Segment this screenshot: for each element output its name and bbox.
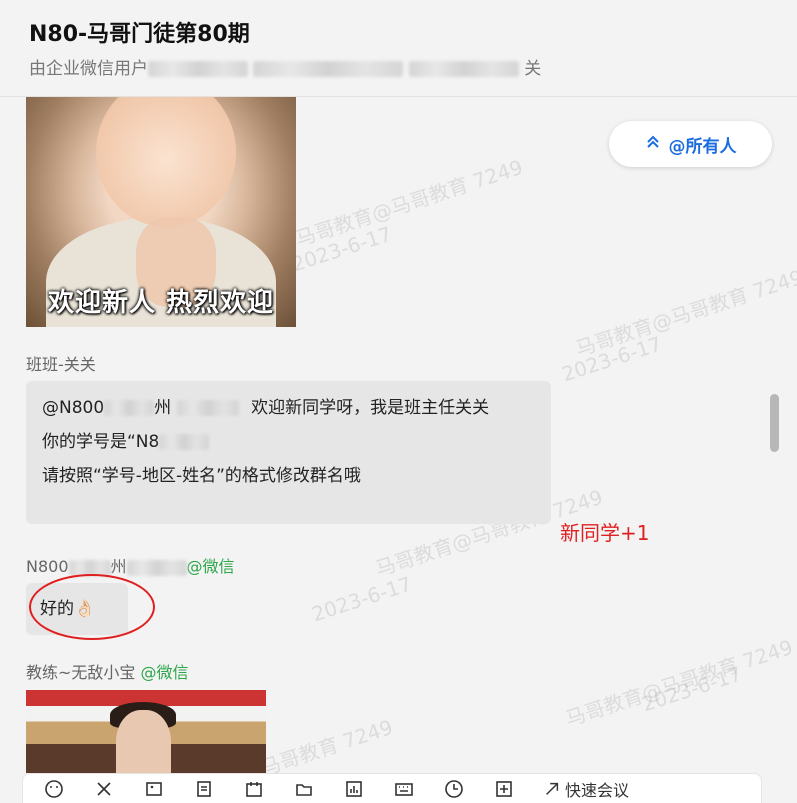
welcome-gif[interactable]: 欢迎新人 热烈欢迎 [26, 97, 296, 327]
input-toolbar: 快速会议 [22, 773, 762, 803]
quick-meeting-label: 快速会议 [565, 780, 630, 800]
mention[interactable]: @N800 [42, 398, 104, 418]
sender-name-part: 州 [110, 557, 127, 576]
double-chevron-up-icon [645, 134, 661, 155]
person-face [116, 710, 171, 773]
watermark-date: 2023-6-17 [288, 221, 395, 277]
annotation-circle [29, 574, 155, 640]
redacted-block [408, 61, 519, 77]
subtitle-prefix: 由企业微信用户 [29, 59, 148, 79]
message-sender[interactable]: N800 州 @微信 [26, 553, 235, 577]
at-all-label: @所有人 [668, 136, 737, 157]
watermark: 马哥教育@马哥教育 7249 [562, 634, 796, 731]
redacted-block [253, 61, 404, 77]
message-bubble[interactable]: @N800 州 欢迎新同学呀，我是班主任关关 你的学号是“N8 请按照“学号-地区-… [26, 381, 551, 524]
redacted-block [177, 400, 240, 416]
mention-part: 州 [154, 398, 172, 418]
wechat-tag: @微信 [140, 663, 189, 682]
document-icon[interactable] [193, 778, 215, 800]
watermark-date: 2023-6-17 [558, 331, 665, 387]
watermark: 马哥教育@马哥教育 7249 [572, 264, 797, 361]
message-text: 欢迎新同学呀，我是班主任关关 [251, 398, 490, 418]
message-line: @N800 州 欢迎新同学呀，我是班主任关关 [42, 391, 535, 425]
message-list[interactable]: 马哥教育@马哥教育 7249 2023-6-17 马哥教育@马哥教育 7249 … [0, 97, 797, 773]
message-line: 请按照“学号-地区-姓名”的格式修改群名哦 [42, 466, 361, 486]
at-all-button[interactable]: @所有人 [609, 121, 772, 167]
watermark-date: 2023-6-17 [308, 571, 415, 627]
plus-icon[interactable] [493, 778, 515, 800]
image-caption: 欢迎新人 热烈欢迎 [47, 288, 275, 318]
sender-name: N800 [26, 557, 69, 576]
watermark-date: 2023-6-17 [638, 661, 745, 717]
chat-header: N80-马哥门徒第80期 由企业微信用户 关 [0, 0, 797, 97]
wechat-tag: @微信 [186, 557, 235, 576]
quick-meeting-button[interactable]: 快速会议 [543, 777, 629, 801]
image-message[interactable] [26, 690, 266, 773]
calendar-icon[interactable] [243, 778, 265, 800]
subtitle-suffix: 关 [524, 59, 542, 79]
watermark: 马哥教育@马哥教育 7249 [292, 154, 526, 251]
annotation-note: 新同学+1 [560, 521, 650, 545]
chart-icon[interactable] [343, 778, 365, 800]
scissors-icon[interactable] [93, 778, 115, 800]
message-sender[interactable]: 教练~无敌小宝 @微信 [26, 659, 189, 683]
sender-name: 教练~无敌小宝 [26, 663, 136, 682]
redacted-block [148, 61, 248, 77]
meeting-icon [546, 782, 559, 795]
message-sender[interactable]: 班班-关关 [26, 351, 96, 375]
redacted-block [159, 434, 210, 450]
redacted-block [126, 559, 187, 576]
folder-icon[interactable] [293, 778, 315, 800]
child-face [96, 97, 236, 227]
clock-icon[interactable] [443, 778, 465, 800]
group-subtitle: 由企业微信用户 关 [29, 54, 541, 79]
message-line: 你的学号是“N8 [42, 425, 535, 459]
group-title[interactable]: N80-马哥门徒第80期 [29, 16, 250, 48]
scrollbar-thumb[interactable] [770, 394, 779, 452]
emoji-icon[interactable] [43, 778, 65, 800]
image-icon[interactable] [143, 778, 165, 800]
keyboard-icon[interactable] [393, 778, 415, 800]
redacted-block [104, 400, 155, 416]
message-text: 你的学号是“N8 [42, 432, 160, 452]
